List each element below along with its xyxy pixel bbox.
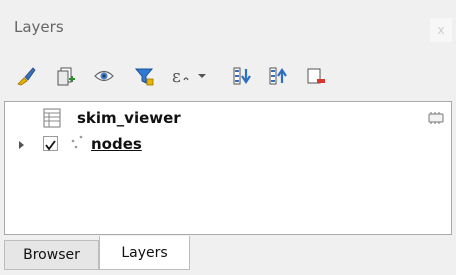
collapse-all-icon [269, 67, 287, 85]
layer-row[interactable]: skim_viewer [5, 105, 451, 131]
layer-indicator-icon[interactable] [427, 111, 445, 125]
add-group-icon [57, 67, 75, 86]
paintbrush-icon [17, 67, 36, 86]
layer-tree: skim_viewer nodes [4, 101, 452, 235]
filter-expression-button[interactable]: ε [170, 64, 210, 88]
collapse-all-button[interactable] [266, 64, 290, 88]
point-layer-icon [71, 135, 83, 149]
add-group-button[interactable] [54, 64, 78, 88]
remove-layer-icon [307, 68, 325, 84]
layer-name: nodes [91, 135, 142, 153]
epsilon-filter-icon: ε [172, 67, 206, 87]
tab-label: Browser [23, 247, 80, 263]
layers-panel: Layers x ε skim_viewer nodes Browser Lay… [0, 0, 456, 275]
layers-toolbar: ε [0, 58, 456, 94]
tab-layers[interactable]: Layers [99, 236, 190, 270]
tab-browser[interactable]: Browser [4, 240, 99, 270]
layer-name: skim_viewer [77, 109, 181, 127]
style-manager-button[interactable] [14, 64, 38, 88]
filter-legend-button[interactable] [132, 64, 156, 88]
expand-all-button[interactable] [230, 64, 254, 88]
filter-icon [134, 68, 154, 86]
panel-tabs: Browser Layers [0, 236, 456, 275]
expand-arrow-icon[interactable] [18, 140, 26, 150]
panel-title: Layers [14, 18, 64, 36]
svg-text:ε: ε [172, 67, 181, 87]
remove-layer-button[interactable] [304, 64, 328, 88]
tab-label: Layers [121, 244, 168, 261]
close-icon: x [437, 23, 445, 37]
panel-title-bar: Layers x [0, 0, 456, 58]
expand-all-icon [233, 67, 251, 85]
table-layer-icon [43, 108, 61, 128]
close-button[interactable]: x [430, 18, 452, 42]
eye-icon [94, 70, 114, 82]
manage-visibility-button[interactable] [92, 64, 116, 88]
layer-row[interactable]: nodes [5, 131, 451, 157]
layer-visibility-checkbox[interactable] [43, 136, 58, 151]
checkmark-icon [45, 140, 56, 151]
